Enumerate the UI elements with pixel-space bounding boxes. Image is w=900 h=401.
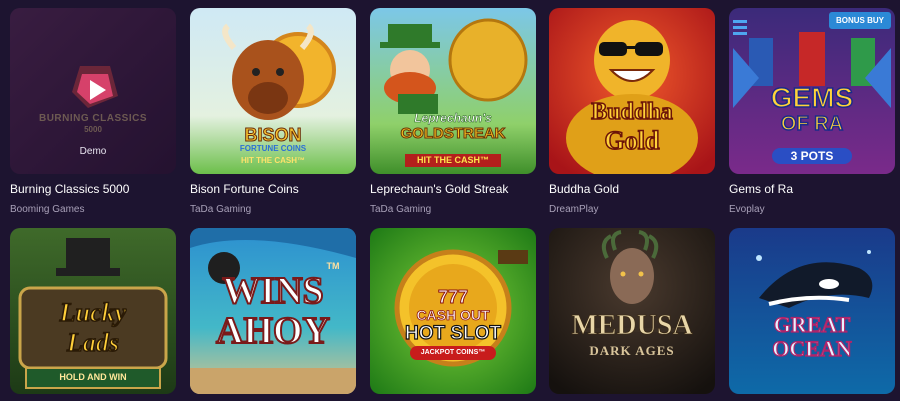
game-logo-line1: GEMS — [770, 82, 854, 113]
game-card-bison-fortune-coins[interactable]: BISON FORTUNE COINS HIT THE CASH™ Bison … — [190, 8, 356, 228]
game-thumbnail[interactable]: BURNING CLASSICS 5000 Demo — [10, 8, 176, 174]
game-card-lucky-lads[interactable]: Lucky Lads HOLD AND WIN — [10, 228, 176, 394]
game-thumbnail[interactable]: BONUS BUY GEMS OF RA 3 POTS — [729, 8, 895, 174]
game-logo-line1: Lucky — [59, 298, 127, 327]
game-logo-line1: BISON — [244, 125, 302, 145]
game-title[interactable]: Burning Classics 5000 — [10, 182, 176, 196]
game-thumbnail[interactable]: MEDUSA DARK AGES — [549, 228, 715, 394]
game-logo-line2: CASH OUT — [416, 307, 490, 323]
great-ocean-artwork — [729, 228, 895, 394]
game-provider: Evoplay — [729, 204, 765, 215]
game-logo-line1: MEDUSA — [571, 310, 693, 341]
bonus-buy-badge: BONUS BUY — [828, 12, 891, 29]
game-thumbnail[interactable]: TM WINS AHOY — [190, 228, 356, 394]
game-logo-line1: WINS — [221, 270, 324, 312]
game-logo-line3: HIT THE CASH™ — [405, 154, 501, 167]
game-card-great-ocean[interactable]: GREAT OCEAN — [729, 228, 895, 394]
game-provider: Booming Games — [10, 204, 85, 215]
game-logo-line2: GOLDSTREAK — [400, 125, 506, 142]
game-thumbnail[interactable]: GREAT OCEAN — [729, 228, 895, 394]
game-logo-line3: HOLD AND WIN — [59, 372, 127, 382]
game-thumbnail[interactable]: Buddha Gold — [549, 8, 715, 174]
game-title[interactable]: Gems of Ra — [729, 182, 895, 196]
game-logo-line3: 3 POTS — [772, 148, 852, 164]
game-thumbnail[interactable]: BISON FORTUNE COINS HIT THE CASH™ — [190, 8, 356, 174]
game-card-burning-classics[interactable]: BURNING CLASSICS 5000 Demo Burning Class… — [10, 8, 176, 228]
game-provider: DreamPlay — [549, 204, 599, 215]
game-title[interactable]: Bison Fortune Coins — [190, 182, 356, 196]
game-thumbnail[interactable]: Leprechaun's GOLDSTREAK HIT THE CASH™ — [370, 8, 536, 174]
game-logo-line1: 777 — [437, 287, 469, 307]
game-logo-line3: HOT SLOT — [404, 323, 502, 344]
game-logo-line2: 5000 — [84, 125, 102, 134]
game-logo-line3: HIT THE CASH™ — [241, 156, 305, 165]
game-logo-line2: Lads — [66, 328, 120, 357]
game-logo-line1: Leprechaun's — [414, 111, 492, 125]
game-title[interactable]: Buddha Gold — [549, 182, 715, 196]
game-logo-line1: Buddha — [591, 99, 674, 125]
game-logo-line2: OCEAN — [772, 336, 853, 361]
game-logo-line4: JACKPOT COINS™ — [420, 349, 486, 356]
game-grid: BURNING CLASSICS 5000 Demo Burning Class… — [0, 0, 900, 401]
game-logo-line2: DARK AGES — [589, 343, 675, 358]
demo-label[interactable]: Demo — [10, 146, 176, 157]
game-provider: TaDa Gaming — [190, 204, 252, 215]
game-card-buddha-gold[interactable]: Buddha Gold Buddha Gold DreamPlay — [549, 8, 715, 228]
game-thumbnail[interactable]: 777 CASH OUT HOT SLOT JACKPOT COINS™ — [370, 228, 536, 394]
game-logo-line2: OF RA — [780, 113, 844, 135]
game-card-hot-slot-777-cash-out[interactable]: 777 CASH OUT HOT SLOT JACKPOT COINS™ — [370, 228, 536, 394]
game-card-leprechauns-gold-streak[interactable]: Leprechaun's GOLDSTREAK HIT THE CASH™ Le… — [370, 8, 536, 228]
game-card-gems-of-ra[interactable]: BONUS BUY GEMS OF RA 3 POTS Gems of Ra E… — [729, 8, 895, 228]
game-logo-line2: FORTUNE COINS — [239, 144, 307, 153]
game-card-wins-ahoy[interactable]: TM WINS AHOY — [190, 228, 356, 394]
game-logo-line2: Gold — [604, 126, 660, 155]
game-logo-line1: BURNING CLASSICS — [38, 113, 147, 124]
game-title[interactable]: Leprechaun's Gold Streak — [370, 182, 536, 196]
game-provider: TaDa Gaming — [370, 204, 432, 215]
game-logo-line1: GREAT — [773, 312, 851, 337]
game-thumbnail[interactable]: Lucky Lads HOLD AND WIN — [10, 228, 176, 394]
game-logo-line2: AHOY — [215, 310, 331, 352]
game-card-medusa-dark-ages[interactable]: MEDUSA DARK AGES — [549, 228, 715, 394]
leprechaun-artwork — [370, 8, 536, 174]
